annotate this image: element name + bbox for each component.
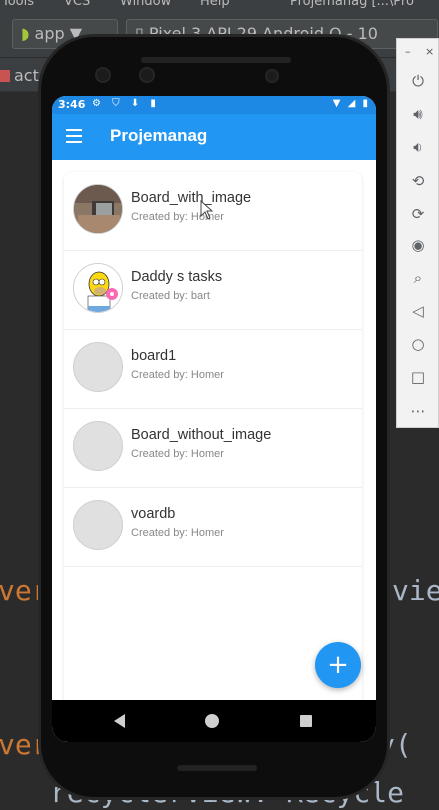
menu-vcs[interactable]: VCS <box>64 0 90 9</box>
nav-home-icon[interactable] <box>205 714 219 728</box>
board-placeholder-image <box>73 342 123 392</box>
board-placeholder-image <box>73 421 123 471</box>
app-toolbar: Projemanag <box>52 114 376 160</box>
run-config-label: app <box>34 24 65 43</box>
board-creator: Created by: Homer <box>131 448 224 460</box>
board-name: Board_with_image <box>131 190 252 206</box>
front-sensor <box>265 69 279 83</box>
board-creator: Created by: Homer <box>131 369 224 381</box>
board-image <box>73 184 123 234</box>
board-name: Daddy s tasks <box>131 269 223 285</box>
board-image <box>73 263 123 313</box>
board-name: Board_without_image <box>131 427 272 443</box>
android-navigation-bar <box>52 700 376 742</box>
board-creator: Created by: bart <box>131 290 210 302</box>
bottom-speaker <box>177 765 257 771</box>
status-bar: 3:46 ⚙ ⛉ ⬇ ▮ ▼ ◢ ▮ <box>52 96 376 114</box>
menu-help[interactable]: Help <box>200 0 230 9</box>
board-placeholder-image <box>73 500 123 550</box>
board-item[interactable]: voardb Created by: Homer <box>64 488 362 567</box>
back-icon[interactable]: ◁ <box>406 299 430 323</box>
rotate-right-icon[interactable]: ⟳ <box>406 202 430 226</box>
board-item[interactable]: Daddy s tasks Created by: bart <box>64 251 362 330</box>
board-item[interactable]: Board_without_image Created by: Homer <box>64 409 362 488</box>
zoom-icon[interactable]: ⌕ <box>406 266 430 290</box>
file-icon <box>0 70 10 82</box>
android-icon: ◗ <box>21 24 30 43</box>
front-camera <box>95 67 111 83</box>
speaker-grille <box>141 57 291 63</box>
hamburger-menu-icon[interactable] <box>66 129 82 143</box>
board-creator: Created by: Homer <box>131 527 224 539</box>
app-title: Projemanag <box>110 126 208 145</box>
add-board-button[interactable]: + <box>315 642 361 688</box>
status-right-icons: ▼ ◢ ▮ <box>332 98 370 109</box>
camera-icon[interactable]: ◉ <box>406 233 430 257</box>
more-icon[interactable]: ⋯ <box>406 399 430 423</box>
power-icon[interactable]: ⏻ <box>406 69 430 93</box>
menu-tools[interactable]: Tools <box>2 0 34 9</box>
code-fragment: vie <box>392 574 439 607</box>
status-left-icons: ⚙ ⛉ ⬇ ▮ <box>92 98 160 109</box>
nav-recents-icon[interactable] <box>300 715 312 727</box>
volume-up-icon[interactable]: 🔊︎ <box>406 102 430 126</box>
minimize-icon[interactable]: – <box>405 45 411 58</box>
board-name: board1 <box>131 348 177 364</box>
rotate-left-icon[interactable]: ⟲ <box>406 169 430 193</box>
ide-tab-label: act <box>14 66 39 85</box>
ide-window-title: Projemanag [...\Pro <box>290 0 414 9</box>
board-item[interactable]: board1 Created by: Homer <box>64 330 362 409</box>
close-icon[interactable]: × <box>425 45 434 58</box>
home-icon[interactable]: ○ <box>406 332 430 356</box>
mouse-cursor-icon <box>200 200 214 220</box>
phone-screen: 3:46 ⚙ ⛉ ⬇ ▮ ▼ ◢ ▮ Projemanag Board_with… <box>52 96 376 742</box>
ide-tab[interactable]: act <box>0 66 39 85</box>
board-name: voardb <box>131 506 176 522</box>
volume-down-icon[interactable]: 🔉︎ <box>406 135 430 159</box>
emulator-toolbar: – × ⏻ 🔊︎ 🔉︎ ⟲ ⟳ ◉ ⌕ ◁ ○ □ ⋯ <box>396 38 439 428</box>
nav-back-icon[interactable] <box>114 714 125 728</box>
menu-window[interactable]: Window <box>120 0 171 9</box>
front-sensor <box>139 67 155 83</box>
status-time: 3:46 <box>58 98 86 111</box>
overview-icon[interactable]: □ <box>406 365 430 389</box>
ide-menubar: Tools VCS Window Help Projemanag [...\Pr… <box>0 0 439 12</box>
